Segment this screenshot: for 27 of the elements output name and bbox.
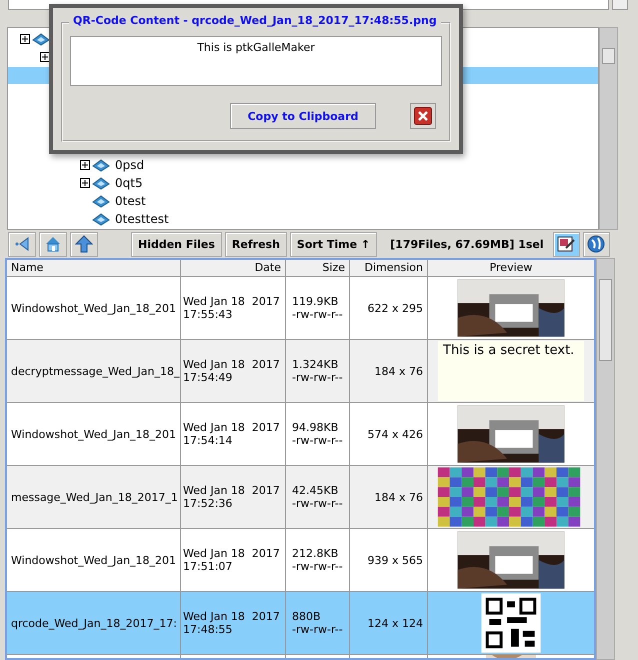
file-dimension: 622 x 295 [368,302,423,314]
file-size: 119.9KB -rw-rw-r-- [292,295,343,321]
file-dimension: 124 x 124 [368,616,423,630]
file-name: Windowshot_Wed_Jan_18_201 [11,554,176,566]
file-size: 94.98KB -rw-rw-r-- [292,421,343,447]
file-size: 42.45KB -rw-rw-r-- [292,484,343,510]
status-text: [179Files, 67.69MB] 1sel [389,238,545,250]
file-name: decryptmessage_Wed_Jan_18_ [11,364,180,378]
file-size: 1.324KB -rw-rw-r-- [292,358,343,384]
file-date: Wed Jan 18 2017 17:54:49 [183,358,280,384]
file-size: 880B -rw-rw-r-- [292,610,343,636]
file-dimension: 574 x 426 [368,428,423,440]
file-name: message_Wed_Jan_18_2017_1 [11,490,178,504]
file-dimension: 184 x 76 [374,490,423,504]
file-date: Wed Jan 18 2017 17:54:14 [183,421,280,447]
preview-image: This is a secret text. [438,341,584,401]
file-name: qrcode_Wed_Jan_18_2017_17: [11,616,177,630]
file-date: Wed Jan 18 2017 17:48:55 [183,610,280,636]
file-name: Windowshot_Wed_Jan_18_201 [11,428,176,440]
file-dimension: 184 x 76 [374,364,423,378]
file-dimension: 939 x 565 [368,554,423,566]
file-date: Wed Jan 18 2017 17:52:36 [183,484,280,510]
file-size: 212.8KB -rw-rw-r-- [292,547,343,573]
file-date: Wed Jan 18 2017 17:55:43 [183,295,280,321]
file-date: Wed Jan 18 2017 17:51:07 [183,547,280,573]
file-name: Windowshot_Wed_Jan_18_201 [11,302,176,314]
dialog-title: QR-Code Content - qrcode_Wed_Jan_18_2017_17:48:55.png [69,14,441,27]
